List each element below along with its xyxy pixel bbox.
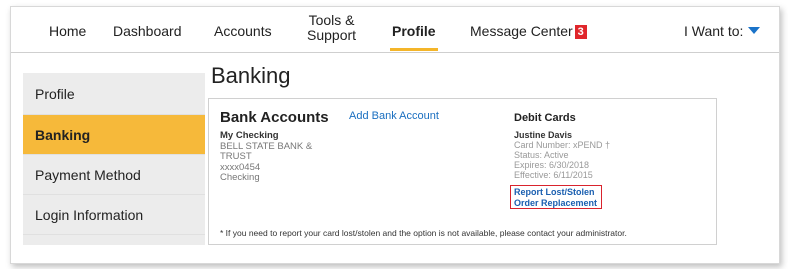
profile-sidebar: Profile Banking Payment Method Login Inf… (23, 73, 205, 245)
app-window: Home Dashboard Accounts Tools & Support … (10, 6, 780, 264)
debit-card-details: Justine Davis Card Number: xPEND † Statu… (514, 130, 610, 180)
nav-message-center-label: Message Center (470, 23, 573, 39)
bank-name-line2: TRUST (220, 151, 252, 162)
account-type: Checking (220, 172, 260, 183)
banking-panel: Bank Accounts Add Bank Account My Checki… (208, 98, 717, 245)
nav-accounts[interactable]: Accounts (214, 23, 272, 39)
nav-profile[interactable]: Profile (390, 23, 438, 51)
sidebar-item-payment-method[interactable]: Payment Method (23, 155, 205, 195)
order-replacement-link[interactable]: Order Replacement (514, 198, 598, 209)
card-holder: Justine Davis (514, 130, 573, 140)
card-status: Status: Active (514, 150, 569, 160)
nav-tools-support[interactable]: Tools & Support (307, 13, 356, 43)
message-count-badge: 3 (574, 25, 587, 39)
nav-tools-support-line1: Tools & (308, 12, 355, 28)
card-number: Card Number: xPEND † (514, 140, 611, 150)
footnote: * If you need to report your card lost/s… (220, 228, 627, 238)
nav-message-center[interactable]: Message Center 3 (470, 23, 587, 39)
bank-account-details: My Checking BELL STATE BANK & TRUST xxxx… (220, 130, 312, 184)
bank-accounts-heading: Bank Accounts (220, 109, 329, 126)
nav-tools-support-line2: Support (307, 27, 357, 43)
top-navigation: Home Dashboard Accounts Tools & Support … (11, 7, 779, 53)
card-actions-highlight: Report Lost/Stolen Order Replacement (510, 185, 602, 209)
card-expires: Expires: 6/30/2018 (514, 160, 590, 170)
report-lost-stolen-link[interactable]: Report Lost/Stolen (514, 187, 598, 198)
caret-down-icon (748, 27, 761, 34)
sidebar-item-login-information[interactable]: Login Information (23, 195, 205, 235)
nav-dashboard[interactable]: Dashboard (113, 23, 182, 39)
account-name: My Checking (220, 130, 279, 141)
nav-home[interactable]: Home (49, 23, 86, 39)
i-want-to-menu[interactable]: I Want to: (684, 23, 761, 39)
card-effective: Effective: 6/11/2015 (514, 170, 593, 180)
i-want-to-label: I Want to: (684, 23, 744, 39)
add-bank-account-link[interactable]: Add Bank Account (349, 110, 439, 122)
sidebar-item-profile[interactable]: Profile (23, 73, 205, 115)
page-title: Banking (211, 63, 291, 88)
debit-cards-heading: Debit Cards (514, 112, 576, 124)
sidebar-item-banking[interactable]: Banking (23, 115, 205, 155)
